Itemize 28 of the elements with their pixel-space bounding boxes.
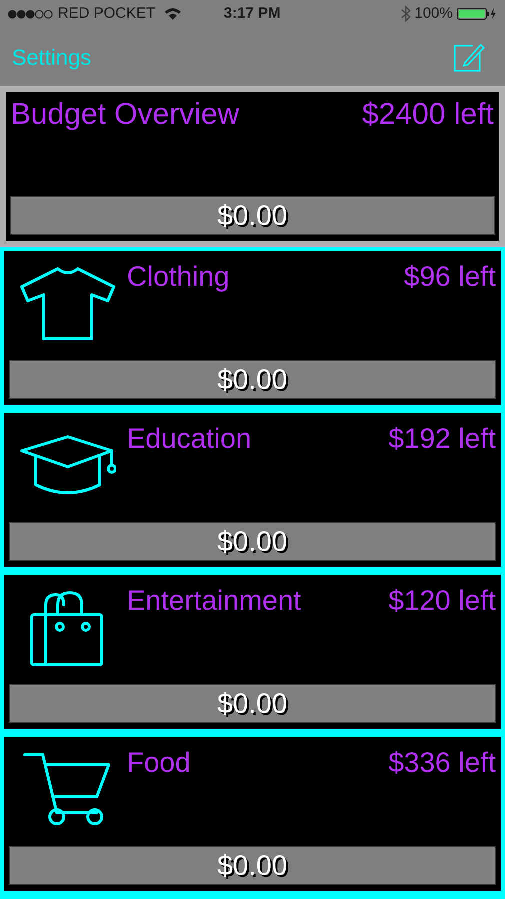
category-remaining: $120 left [388, 584, 496, 618]
signal-strength-icon [8, 10, 54, 18]
spent-amount-bar: $0.00 [9, 846, 496, 885]
category-name: Entertainment [127, 584, 302, 618]
clock-time: 3:17 PM [224, 4, 281, 24]
settings-button[interactable]: Settings [12, 40, 92, 74]
bluetooth-icon [400, 6, 411, 22]
spent-amount-bar: $0.00 [10, 196, 495, 235]
overview-title: Budget Overview [11, 97, 240, 133]
category-remaining: $96 left [404, 260, 496, 294]
t-shirt-icon [20, 267, 116, 343]
shopping-bag-icon [30, 591, 106, 667]
battery-percentage: 100% [414, 4, 453, 24]
category-name: Clothing [127, 260, 230, 294]
category-name: Education [127, 422, 252, 456]
category-name: Food [127, 746, 191, 780]
compose-button[interactable] [453, 41, 485, 73]
spent-amount-bar: $0.00 [9, 360, 496, 399]
overview-remaining: $2400 left [362, 97, 494, 133]
budget-overview-card[interactable]: Budget Overview $2400 left $0.00 [6, 92, 499, 241]
battery-charging-icon [457, 7, 497, 21]
spent-amount-bar: $0.00 [9, 684, 496, 723]
wifi-icon [164, 7, 182, 21]
carrier-name: RED POCKET [58, 4, 156, 24]
spent-amount-bar: $0.00 [9, 522, 496, 561]
edit-icon [453, 41, 485, 73]
category-remaining: $336 left [388, 746, 496, 780]
category-remaining: $192 left [388, 422, 496, 456]
